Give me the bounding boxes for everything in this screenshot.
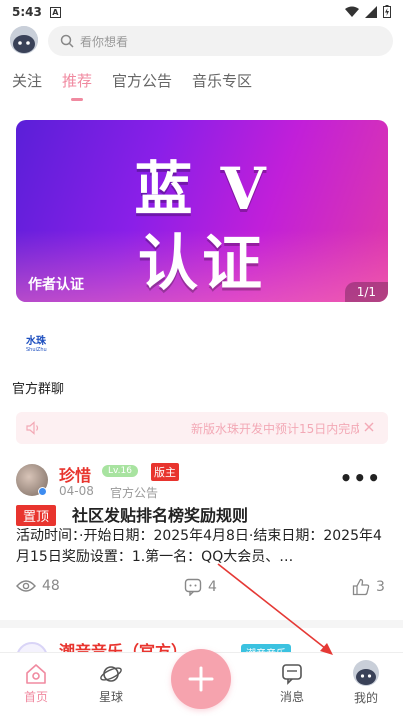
notice-bar[interactable]: 新版水珠开发中预计15日内完成 — [16, 412, 388, 444]
views-count: 48 — [42, 578, 60, 594]
tab-follow[interactable]: 关注 — [12, 70, 42, 91]
section-divider — [0, 620, 403, 628]
plus-icon — [188, 666, 214, 692]
likes-count: 3 — [376, 579, 385, 595]
home-icon — [26, 664, 46, 684]
nav-messages-label: 消息 — [279, 690, 304, 704]
signal-icon — [365, 5, 377, 18]
create-post-button[interactable] — [171, 649, 231, 709]
post-body[interactable]: 活动时间：·开始日期：2025年4月8日·结束日期：2025年4月15日奖励设置… — [16, 526, 390, 568]
group-logo-subtext: ShuiZhu — [26, 347, 47, 353]
nav-planet-label: 星球 — [98, 690, 123, 704]
level-badge: Lv.16 — [102, 465, 138, 477]
promo-banner[interactable]: 蓝 V 认证 作者认证 1/1 — [16, 120, 388, 302]
next-post-avatar — [16, 642, 48, 652]
tab-recommend[interactable]: 推荐 — [62, 70, 92, 101]
tab-official-announcements[interactable]: 官方公告 — [112, 70, 172, 91]
author-name[interactable]: 珍惜 — [59, 462, 91, 486]
status-time: 5:43 — [12, 5, 42, 19]
tab-bar: 关注 推荐 官方公告 音乐专区 — [12, 70, 252, 101]
planet-icon — [100, 666, 122, 682]
nav-planet[interactable]: 星球 — [83, 663, 139, 705]
tab-music-zone[interactable]: 音乐专区 — [192, 70, 252, 91]
message-icon — [282, 664, 302, 685]
search-placeholder: 看你想看 — [80, 34, 129, 49]
likes-stat[interactable]: 3 — [352, 578, 385, 596]
battery-icon — [383, 5, 391, 18]
role-badge: 版主 — [151, 463, 179, 481]
me-avatar-icon — [353, 660, 379, 686]
eye-icon — [16, 580, 36, 592]
post-category[interactable]: 官方公告 — [110, 484, 158, 501]
post-stats: 48 4 3 — [0, 578, 403, 602]
group-chat-logo[interactable]: 水珠 ShuiZhu — [26, 332, 56, 354]
banner-caption: 作者认证 — [28, 277, 84, 293]
next-post-author: 潮音音乐（官方） — [59, 642, 188, 652]
search-icon — [60, 34, 74, 48]
nav-me[interactable]: 我的 — [338, 660, 394, 706]
thumbs-up-icon — [352, 578, 370, 596]
nav-home[interactable]: 首页 — [8, 663, 64, 705]
more-options-icon[interactable]: ••• — [340, 466, 381, 490]
close-icon[interactable] — [362, 420, 376, 434]
group-chat-label[interactable]: 官方群聊 — [12, 378, 64, 397]
post-date: 04-08 — [59, 484, 94, 498]
notice-text: 新版水珠开发中预计15日内完成 — [191, 421, 359, 436]
avatar-face-icon — [10, 26, 38, 54]
comments-count: 4 — [208, 579, 217, 595]
banner-headline-1: 蓝 V — [134, 155, 270, 223]
group-logo-text: 水珠 — [26, 336, 46, 347]
nav-home-label: 首页 — [23, 690, 48, 704]
post-title[interactable]: 社区发贴排名榜奖励规则 — [72, 502, 248, 526]
next-post-tag: 潮音音乐 — [241, 644, 291, 652]
pinned-badge: 置顶 — [16, 505, 57, 526]
banner-pager: 1/1 — [344, 282, 388, 302]
wifi-icon — [345, 6, 359, 17]
views-stat: 48 — [16, 578, 60, 594]
speaker-icon — [26, 421, 39, 435]
search-input[interactable]: 看你想看 — [48, 26, 393, 56]
notification-a-icon: A — [49, 6, 61, 18]
verified-icon — [38, 487, 47, 496]
status-icons — [345, 5, 391, 18]
top-bar: 看你想看 — [0, 26, 403, 58]
nav-me-label: 我的 — [353, 691, 378, 705]
nav-messages[interactable]: 消息 — [264, 663, 320, 705]
comment-icon — [184, 578, 202, 596]
annotation-arrow — [217, 563, 333, 655]
status-bar: 5:43 A — [0, 0, 403, 24]
bottom-navigation: 首页 星球 消息 我的 — [0, 649, 403, 716]
user-avatar[interactable] — [10, 26, 38, 54]
comments-stat[interactable]: 4 — [184, 578, 217, 596]
